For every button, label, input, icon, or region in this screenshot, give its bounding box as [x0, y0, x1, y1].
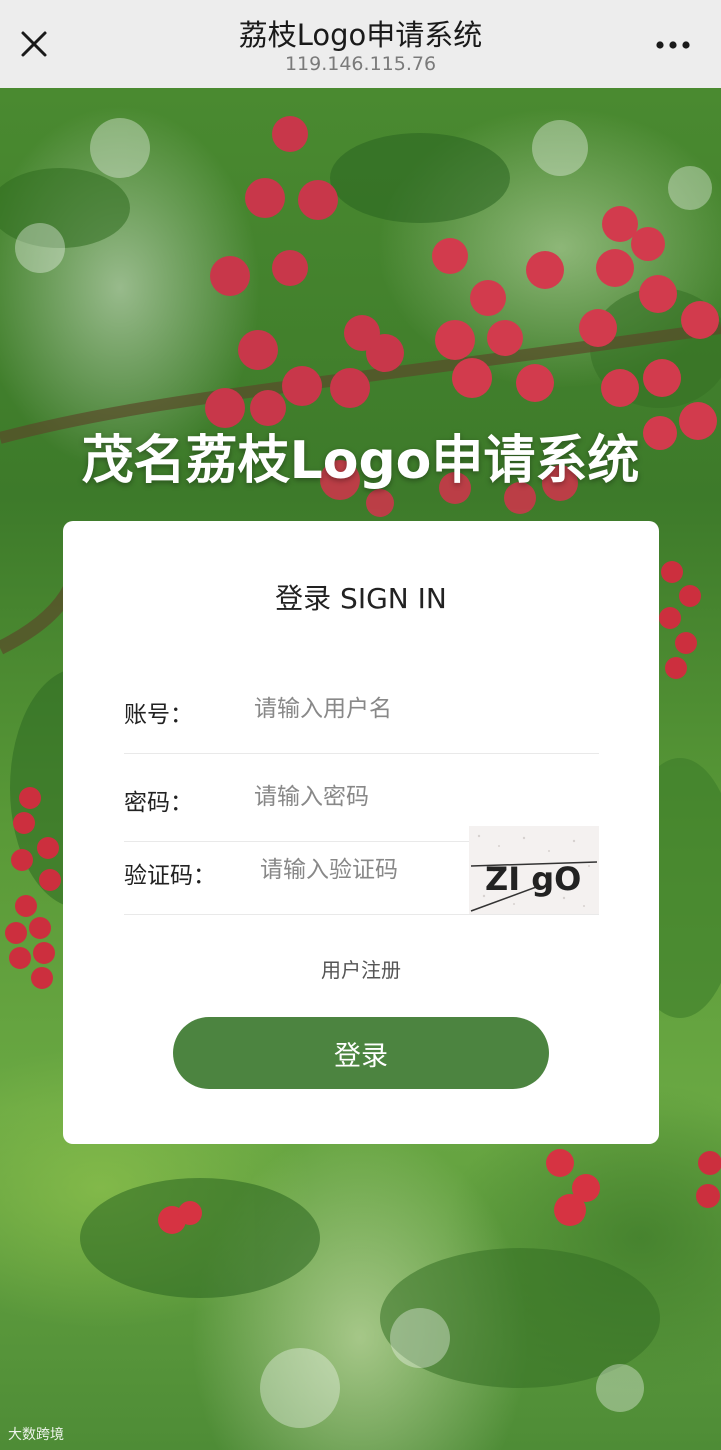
more-icon: [656, 41, 690, 49]
login-title: 登录 SIGN IN: [275, 582, 447, 615]
hero-title: 茂名荔枝Logo申请系统: [81, 431, 640, 491]
captcha-label: 验证码：: [124, 863, 216, 889]
login-card: 登录 SIGN IN 账号： 密码： 验证码：: [63, 521, 659, 1144]
password-input[interactable]: [254, 777, 584, 817]
browser-title: 荔枝Logo申请系统: [238, 18, 483, 52]
captcha-image[interactable]: ZI gO: [469, 826, 599, 914]
login-button[interactable]: 登录: [173, 1017, 549, 1089]
register-link[interactable]: 用户注册: [63, 954, 659, 983]
watermark: 大数跨境: [8, 1427, 64, 1443]
browser-top-bar: 荔枝Logo申请系统 119.146.115.76: [0, 0, 721, 88]
username-input[interactable]: [254, 689, 584, 729]
more-button[interactable]: [648, 28, 698, 62]
captcha-row: 验证码： ZI gO: [124, 826, 599, 915]
captcha-text: ZI gO: [485, 860, 581, 898]
username-row: 账号：: [124, 665, 599, 754]
captcha-input[interactable]: [260, 850, 460, 890]
page: 荔枝Logo申请系统 119.146.115.76 茂名荔枝Logo申请系统 登…: [0, 0, 721, 1450]
browser-url: 119.146.115.76: [284, 53, 437, 75]
username-label: 账号：: [124, 702, 193, 728]
password-label: 密码：: [124, 790, 193, 816]
